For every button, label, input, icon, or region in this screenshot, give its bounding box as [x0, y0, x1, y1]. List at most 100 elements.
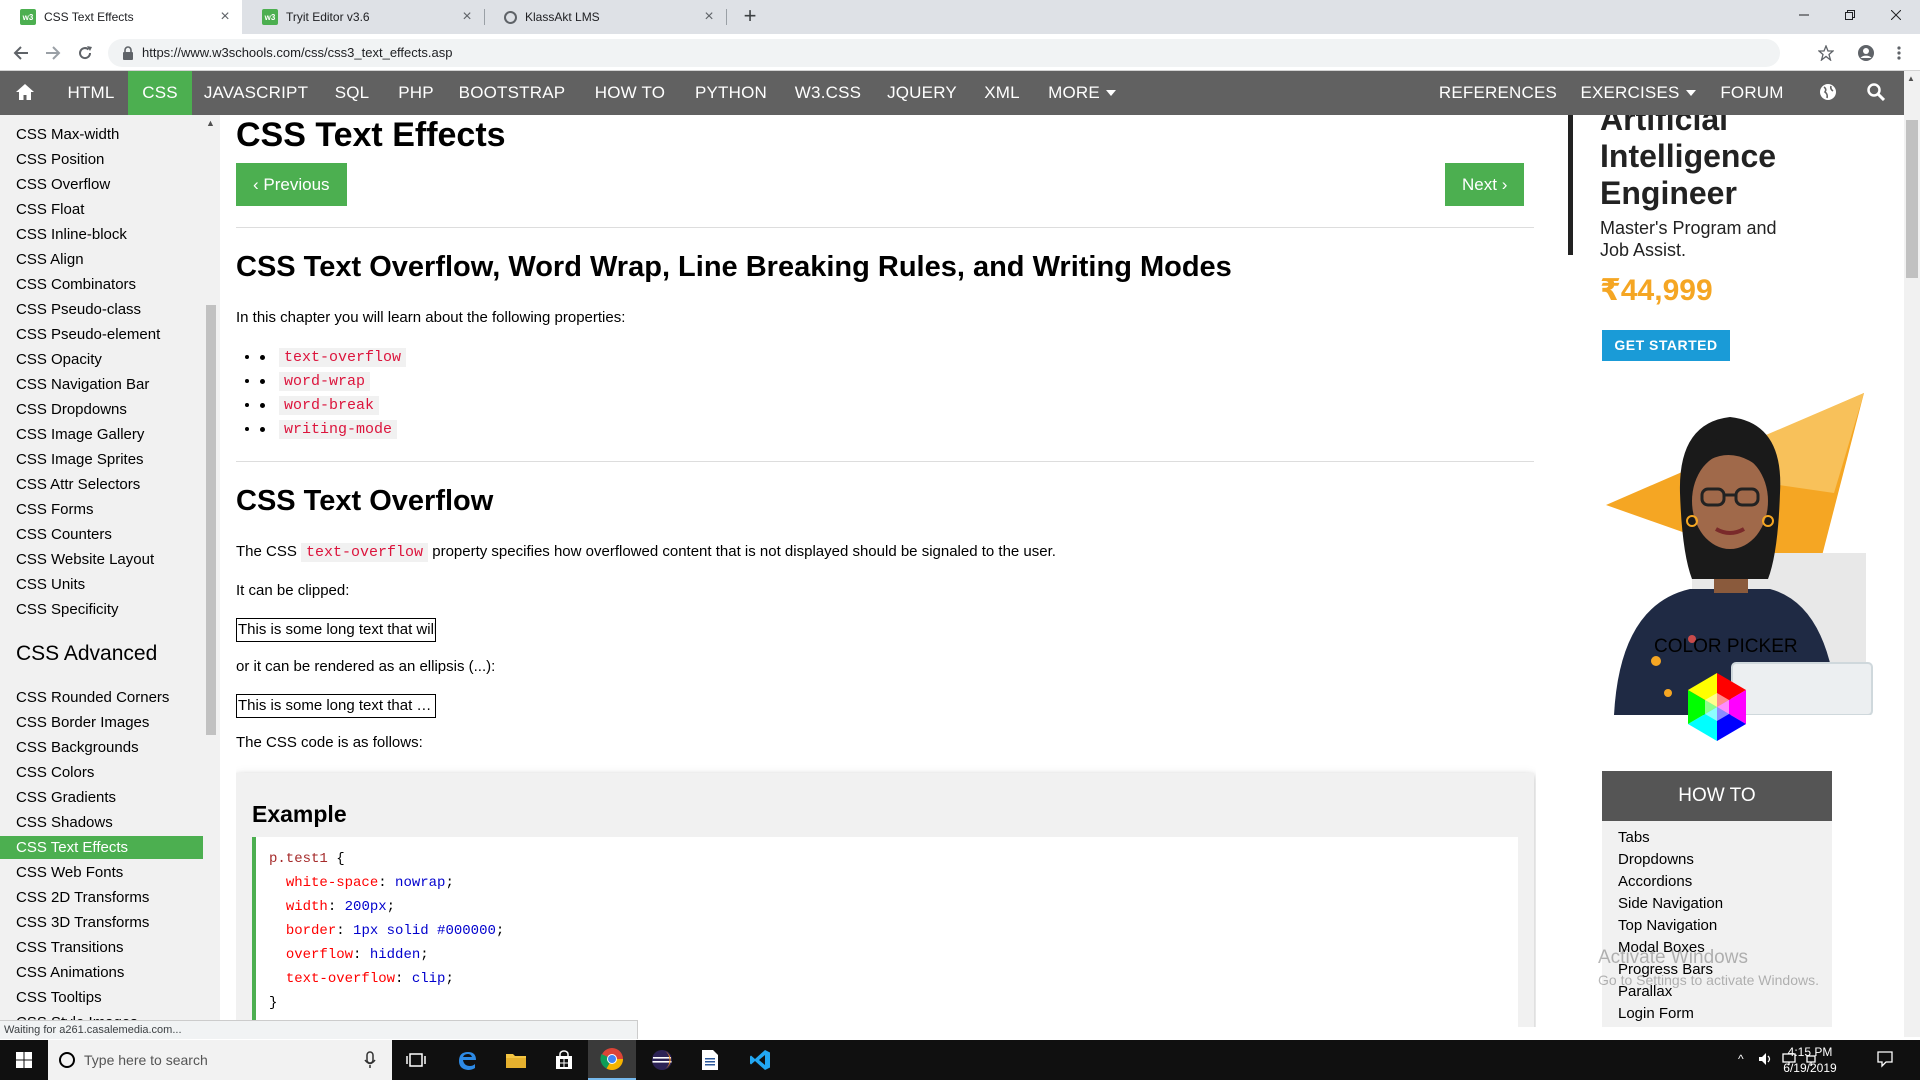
sidebar-item[interactable]: CSS Pseudo-class: [0, 298, 203, 321]
nav-css[interactable]: CSS: [128, 71, 192, 115]
sidebar-item[interactable]: CSS Opacity: [0, 348, 203, 371]
ad-headline[interactable]: Artificial Intelligence Engineer: [1600, 115, 1776, 212]
sidebar-item[interactable]: CSS Backgrounds: [0, 736, 203, 759]
how-to-link-tabs[interactable]: Tabs: [1618, 829, 1650, 846]
back-button[interactable]: [8, 40, 34, 66]
sidebar-scrollbar-thumb[interactable]: [206, 305, 216, 735]
taskbar-eclipse[interactable]: [638, 1040, 686, 1080]
taskbar-store[interactable]: [540, 1040, 588, 1080]
nav-python[interactable]: PYTHON: [684, 71, 778, 115]
sidebar-item[interactable]: CSS Overflow: [0, 173, 203, 196]
sidebar-item[interactable]: CSS Max-width: [0, 123, 203, 146]
nav-more[interactable]: MORE: [1042, 71, 1122, 115]
taskbar-clock[interactable]: 4:15 PM 6/19/2019: [1770, 1044, 1850, 1076]
sidebar-item[interactable]: CSS Specificity: [0, 598, 203, 621]
new-tab-button[interactable]: +: [737, 4, 763, 30]
close-icon[interactable]: ×: [216, 8, 234, 26]
microphone-icon[interactable]: [364, 1051, 376, 1069]
sidebar-item[interactable]: CSS Attr Selectors: [0, 473, 203, 496]
next-button[interactable]: Next ›: [1445, 163, 1525, 206]
sidebar-item[interactable]: CSS Combinators: [0, 273, 203, 296]
sidebar-item[interactable]: CSS Website Layout: [0, 548, 203, 571]
nav-forum[interactable]: FORUM: [1712, 71, 1792, 115]
tray-chevron-up-icon[interactable]: ^: [1738, 1052, 1744, 1066]
sidebar-item[interactable]: CSS Float: [0, 198, 203, 221]
get-started-button[interactable]: GET STARTED: [1602, 330, 1730, 361]
sidebar-item[interactable]: CSS Gradients: [0, 786, 203, 809]
tab-klassakt-lms[interactable]: KlassAkt LMS ×: [484, 0, 726, 34]
taskbar-chrome[interactable]: [588, 1040, 636, 1080]
page-scrollbar-thumb[interactable]: [1906, 120, 1918, 278]
taskbar-vscode[interactable]: [736, 1040, 784, 1080]
sidebar-item[interactable]: CSS 3D Transforms: [0, 911, 203, 934]
sidebar-item[interactable]: CSS Forms: [0, 498, 203, 521]
sidebar-item[interactable]: CSS 2D Transforms: [0, 886, 203, 909]
nav-javascript[interactable]: JAVASCRIPT: [196, 71, 316, 115]
minimize-window-button[interactable]: [1781, 0, 1827, 30]
task-view-button[interactable]: [392, 1040, 440, 1080]
sidebar-item[interactable]: CSS Tooltips: [0, 986, 203, 1009]
how-to-link-side-navigation[interactable]: Side Navigation: [1618, 895, 1723, 912]
sidebar-item[interactable]: CSS Animations: [0, 961, 203, 984]
color-wheel-icon[interactable]: [1678, 671, 1756, 743]
translate-button[interactable]: [1808, 71, 1848, 115]
how-to-link-login-form[interactable]: Login Form: [1618, 1005, 1694, 1022]
home-button[interactable]: [0, 71, 50, 115]
nav-php[interactable]: PHP: [386, 71, 446, 115]
taskbar-document[interactable]: [686, 1040, 734, 1080]
how-to-link-top-navigation[interactable]: Top Navigation: [1618, 917, 1717, 934]
profile-button[interactable]: [1853, 40, 1879, 66]
action-center-icon[interactable]: [1876, 1050, 1894, 1071]
sidebar-item[interactable]: CSS Image Sprites: [0, 448, 203, 471]
sidebar-item[interactable]: CSS Border Images: [0, 711, 203, 734]
sidebar-item[interactable]: CSS Transitions: [0, 936, 203, 959]
nav-sql[interactable]: SQL: [320, 71, 384, 115]
restore-window-button[interactable]: [1827, 0, 1873, 30]
start-button[interactable]: [0, 1040, 48, 1080]
sidebar-item[interactable]: CSS Web Fonts: [0, 861, 203, 884]
sidebar-item[interactable]: CSS Counters: [0, 523, 203, 546]
bookmark-star-button[interactable]: [1813, 40, 1839, 66]
tab-css-text-effects[interactable]: w3 CSS Text Effects ×: [0, 0, 242, 34]
reload-button[interactable]: [72, 40, 98, 66]
nav-exercises[interactable]: EXERCISES: [1580, 71, 1696, 115]
sidebar-item[interactable]: CSS Text Effects: [0, 836, 203, 859]
sidebar-item[interactable]: CSS Inline-block: [0, 223, 203, 246]
nav-bootstrap[interactable]: BOOTSTRAP: [452, 71, 572, 115]
nav-html[interactable]: HTML: [54, 71, 128, 115]
nav-xml[interactable]: XML: [974, 71, 1030, 115]
close-icon[interactable]: ×: [700, 8, 718, 26]
taskbar-search-box[interactable]: Type here to search: [48, 1040, 392, 1080]
search-button[interactable]: [1856, 71, 1896, 115]
sidebar-item[interactable]: CSS Rounded Corners: [0, 686, 203, 709]
windows-logo-icon: [16, 1052, 32, 1068]
how-to-link-accordions[interactable]: Accordions: [1618, 873, 1692, 890]
scroll-up-arrow-icon[interactable]: ▲: [206, 118, 215, 128]
nav-w3css[interactable]: W3.CSS: [788, 71, 868, 115]
nav-jquery[interactable]: JQUERY: [880, 71, 964, 115]
forward-button[interactable]: [40, 40, 66, 66]
chrome-menu-button[interactable]: [1886, 40, 1912, 66]
color-picker-title[interactable]: COLOR PICKER: [1654, 636, 1798, 658]
ad-person-illustration[interactable]: [1582, 343, 1882, 715]
sidebar-item[interactable]: CSS Colors: [0, 761, 203, 784]
sidebar-item[interactable]: CSS Units: [0, 573, 203, 596]
sidebar-item[interactable]: CSS Pseudo-element: [0, 323, 203, 346]
nav-how-to[interactable]: HOW TO: [580, 71, 680, 115]
tab-tryit-editor[interactable]: w3 Tryit Editor v3.6 ×: [242, 0, 484, 34]
sidebar-item[interactable]: CSS Position: [0, 148, 203, 171]
scroll-up-arrow-icon[interactable]: ▲: [1907, 74, 1915, 83]
sidebar-item[interactable]: CSS Dropdowns: [0, 398, 203, 421]
nav-references[interactable]: REFERENCES: [1432, 71, 1564, 140]
sidebar-item[interactable]: CSS Shadows: [0, 811, 203, 834]
sidebar-item[interactable]: CSS Navigation Bar: [0, 373, 203, 396]
sidebar-item[interactable]: CSS Align: [0, 248, 203, 271]
close-icon[interactable]: ×: [458, 8, 476, 26]
how-to-link-dropdowns[interactable]: Dropdowns: [1618, 851, 1694, 868]
previous-button[interactable]: ‹ Previous: [236, 163, 347, 206]
close-window-button[interactable]: [1873, 0, 1919, 30]
taskbar-file-explorer[interactable]: [492, 1040, 540, 1080]
sidebar-item[interactable]: CSS Image Gallery: [0, 423, 203, 446]
taskbar-edge[interactable]: [443, 1040, 491, 1080]
address-bar[interactable]: https://www.w3schools.com/css/css3_text_…: [108, 39, 1780, 67]
